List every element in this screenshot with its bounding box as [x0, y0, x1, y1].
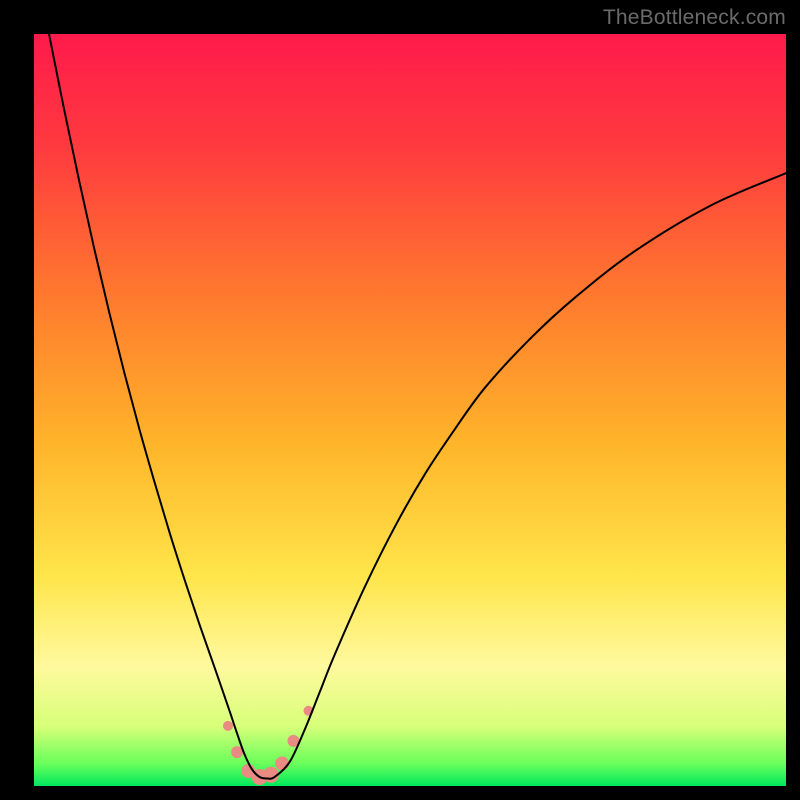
chart-frame: TheBottleneck.com: [0, 0, 800, 800]
plot-area: [34, 34, 786, 786]
plot-svg: [34, 34, 786, 786]
gradient-background: [34, 34, 786, 786]
curve-marker: [275, 756, 289, 770]
curve-marker: [223, 721, 233, 731]
watermark-text: TheBottleneck.com: [603, 6, 786, 30]
